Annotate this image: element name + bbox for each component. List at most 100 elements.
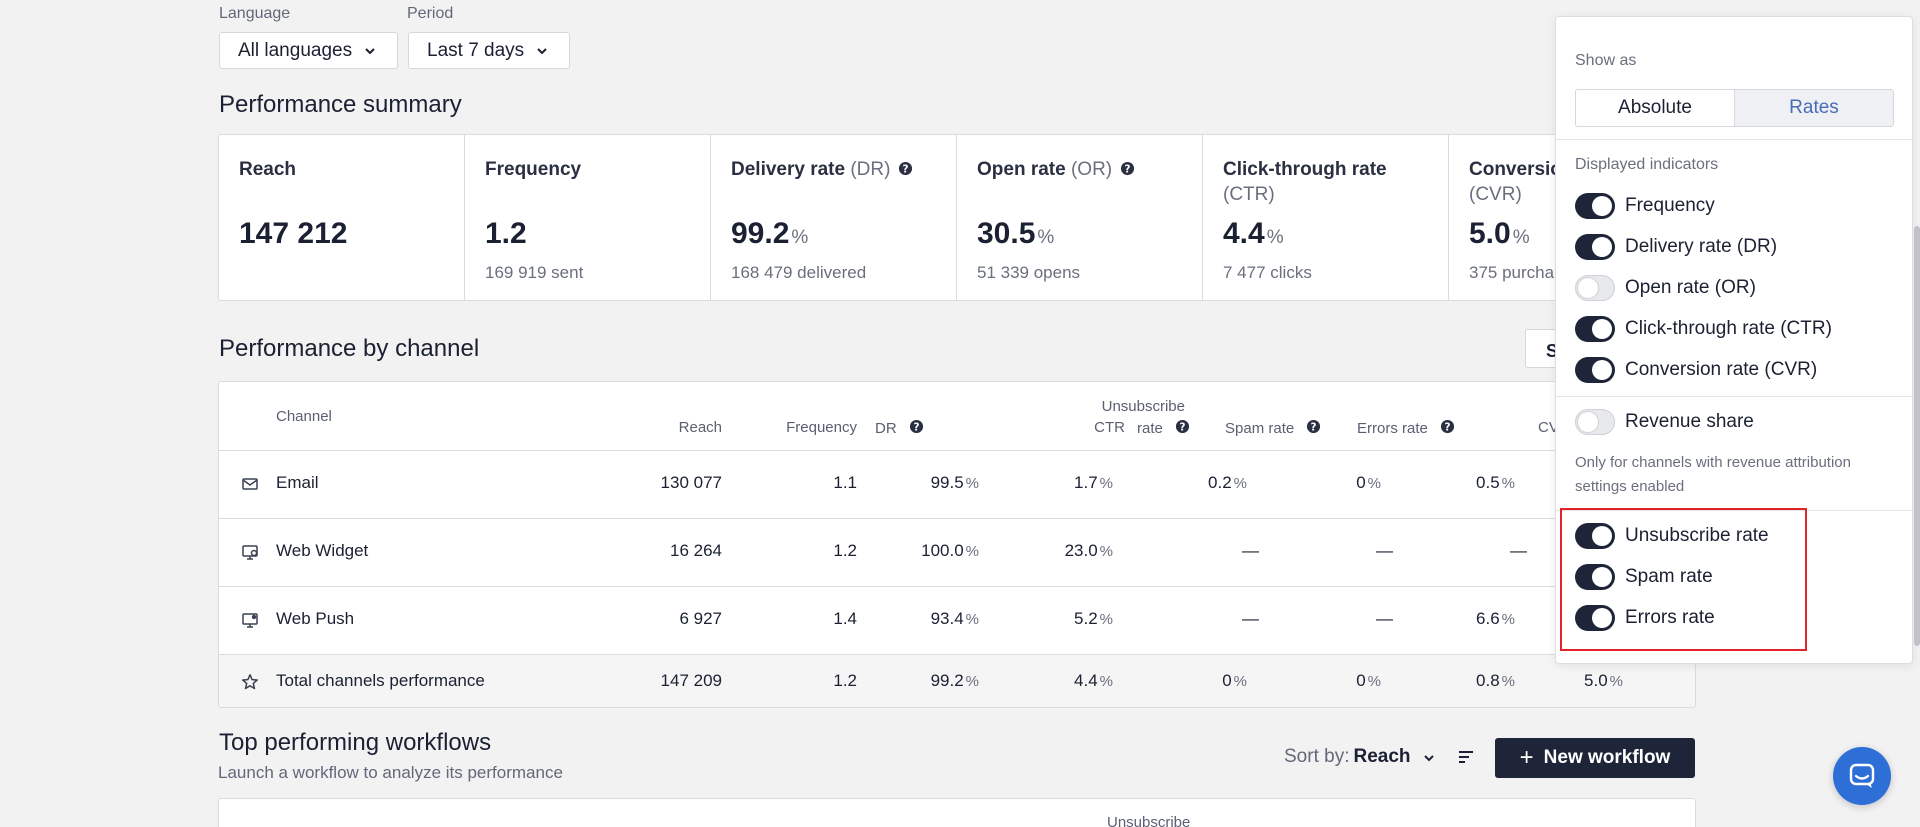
metric-value: 147 212 [239, 217, 348, 250]
chat-button[interactable] [1833, 747, 1891, 805]
header-errors-rate: Errors rate ? [1357, 419, 1455, 437]
cell-ctr: 5.2% [1074, 609, 1113, 628]
toggle-label: Click-through rate (CTR) [1625, 318, 1832, 339]
metric-value: 30.5% [977, 217, 1055, 250]
period-label: Period [407, 5, 454, 22]
header-frequency: Frequency [786, 419, 857, 436]
sort-order-icon[interactable] [1457, 748, 1475, 766]
cell-dr: 93.4% [930, 609, 979, 628]
toggle-switch[interactable] [1575, 357, 1615, 383]
metric-title: Click-through rate (CTR) [1223, 159, 1387, 205]
toggle-label: Open rate (OR) [1625, 277, 1756, 298]
toggle-label: Frequency [1625, 195, 1715, 216]
sort-by-value: Reach [1353, 746, 1411, 767]
svg-text:?: ? [1125, 163, 1131, 175]
svg-text:?: ? [913, 421, 919, 433]
indicator-toggle-row[interactable]: Click-through rate (CTR) [1575, 316, 1832, 342]
revenue-share-switch[interactable] [1575, 409, 1615, 435]
chat-icon [1849, 763, 1875, 788]
cell-dr: 100.0% [921, 541, 979, 560]
sort-by-control[interactable]: Sort by: Reach [1284, 746, 1411, 768]
new-workflow-label: New workflow [1543, 747, 1671, 768]
top-workflows-subtitle: Launch a workflow to analyze its perform… [218, 763, 563, 782]
cell-reach: 130 077 [660, 473, 722, 492]
toggle-switch[interactable] [1575, 316, 1615, 342]
metric-card: Click-through rate (CTR) 4.4% 7 477 clicks [1203, 135, 1449, 300]
indicator-toggle-row[interactable]: Frequency [1575, 193, 1715, 219]
cell-spam: — [1376, 541, 1393, 560]
header-errors-label: Errors rate [1357, 420, 1428, 437]
channel-name: Web Widget [276, 541, 369, 560]
cell-unsub: 0% [1222, 671, 1247, 690]
header-spam-label: Spam rate [1225, 420, 1295, 437]
help-icon[interactable]: ? [909, 419, 924, 434]
new-workflow-button[interactable]: + New workflow [1495, 738, 1695, 778]
top-workflows-title: Top performing workflows [219, 729, 492, 756]
cell-spam: 0% [1356, 671, 1381, 690]
period-dropdown[interactable]: Last 7 days [408, 32, 570, 69]
cell-spam: — [1376, 609, 1393, 628]
cell-unsub: — [1242, 541, 1259, 560]
toggle-revenue-share[interactable]: Revenue share [1575, 409, 1754, 435]
cell-cvr: 5.0% [1584, 671, 1623, 690]
indicator-toggle-row[interactable]: Conversion rate (CVR) [1575, 357, 1817, 383]
help-icon[interactable]: ? [898, 161, 913, 176]
performance-summary-card: Reach 147 212 Frequency 1.2 169 919 sent Deli… [218, 134, 1696, 301]
sort-by-label: Sort by: [1284, 746, 1350, 767]
cell-unsub: — [1242, 609, 1259, 628]
help-icon[interactable]: ? [1306, 419, 1321, 434]
channel-name: Total channels performance [276, 671, 485, 690]
total-row[interactable]: Total channels performance 147 209 1.2 99.2… [219, 655, 1695, 707]
cell-errors: 6.6% [1476, 609, 1515, 628]
table-row[interactable]: Email130 0771.199.5%1.7%0.2%0%0.5%1 [219, 451, 1695, 519]
mail-icon [242, 478, 258, 490]
chevron-down-icon [537, 47, 547, 54]
metric-title: Frequency [485, 159, 582, 180]
chevron-down-icon[interactable] [1423, 752, 1435, 764]
table-row[interactable]: Web Push 6 927 1.4 93.4% 5.2% — — 6.6% [219, 587, 1695, 655]
displayed-indicators-label: Displayed indicators [1575, 156, 1719, 173]
metric-card: Reach 147 212 [219, 135, 465, 300]
header-dr-label: DR [875, 420, 897, 437]
chevron-down-icon [365, 47, 375, 54]
panel-scrollbar[interactable] [1914, 226, 1920, 646]
channel-name: Web Push [276, 609, 355, 628]
help-icon[interactable]: ? [1175, 419, 1190, 434]
language-dropdown[interactable]: All languages [219, 32, 398, 69]
help-icon[interactable]: ? [1120, 161, 1135, 176]
header-unsubscribe-rate: rate ? [1137, 419, 1190, 437]
cell-ctr: 1.7% [1074, 473, 1113, 492]
header-spam-rate: Spam rate ? [1225, 419, 1321, 437]
workflows-table: Unsubscribe [218, 798, 1696, 827]
channel-performance-table: Channel Reach Frequency DR ? CTR Unsubsc… [218, 381, 1696, 708]
toggle-switch[interactable] [1575, 275, 1615, 301]
header-unsub-rate-label: rate [1137, 420, 1163, 437]
svg-text:?: ? [1180, 421, 1186, 433]
metric-title: Reach [239, 159, 297, 180]
toggle-switch[interactable] [1575, 193, 1615, 219]
cell-errors: 0.8% [1476, 671, 1515, 690]
web-widget-icon [242, 545, 258, 560]
help-icon[interactable]: ? [1440, 419, 1455, 434]
language-value: All languages [238, 39, 353, 61]
cell-reach: 147 209 [660, 671, 722, 690]
cell-ctr: 23.0% [1064, 541, 1113, 560]
header-ctr: CTR [1094, 419, 1125, 436]
show-as-toggle: Absolute Rates [1575, 89, 1894, 127]
metric-subvalue: 168 479 delivered [731, 263, 867, 282]
metric-subvalue: 169 919 sent [485, 263, 584, 282]
language-label: Language [219, 5, 291, 22]
panel-divider [1556, 139, 1912, 140]
cell-dr: 99.5% [930, 473, 979, 492]
toggle-switch[interactable] [1575, 234, 1615, 260]
rates-option[interactable]: Rates [1735, 90, 1893, 126]
absolute-option[interactable]: Absolute [1576, 90, 1735, 126]
cell-frequency: 1.4 [833, 609, 857, 628]
table-row[interactable]: Web Widget 16 264 1.2 100.0% 23.0% — — — [219, 519, 1695, 587]
indicator-toggle-row[interactable]: Delivery rate (DR) [1575, 234, 1777, 260]
toggle-label: Delivery rate (DR) [1625, 236, 1778, 257]
metric-card: Open rate (OR)? 30.5% 51 339 opens [957, 135, 1203, 300]
performance-summary-title: Performance summary [219, 91, 462, 118]
indicator-toggle-row[interactable]: Open rate (OR) [1575, 275, 1756, 301]
header-reach: Reach [678, 419, 722, 436]
